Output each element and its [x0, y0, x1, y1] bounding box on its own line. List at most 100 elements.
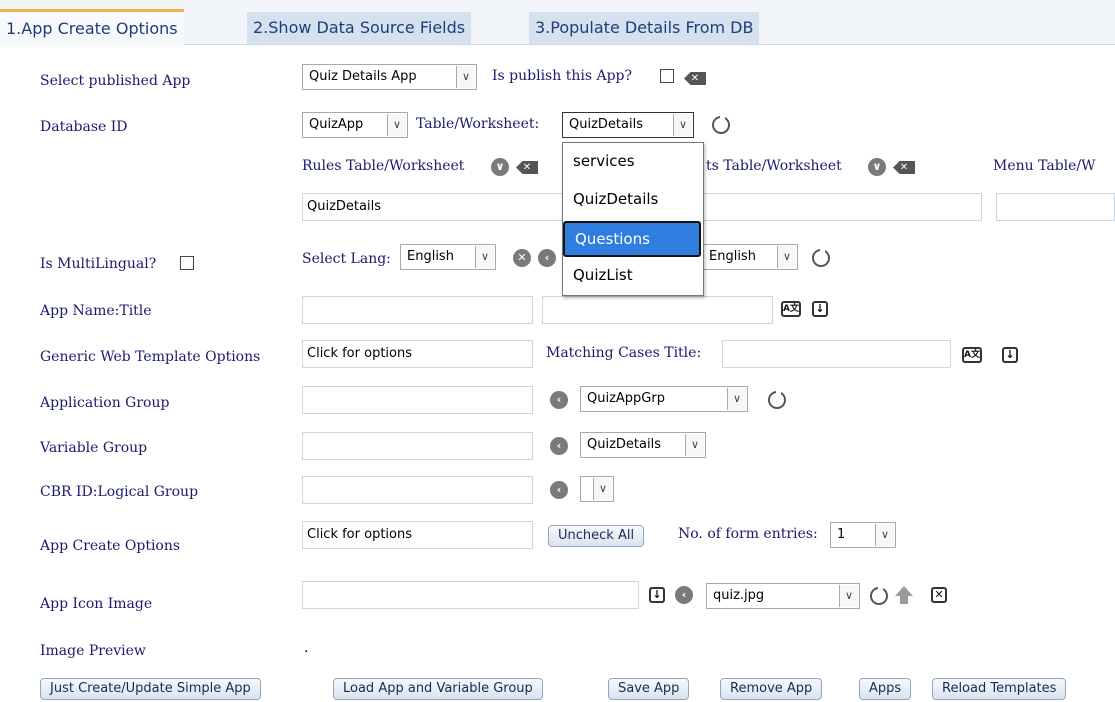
translate-icon[interactable]: A文 [962, 347, 982, 363]
refresh-icon[interactable] [812, 248, 830, 267]
select-app-label: Select published App [40, 73, 191, 89]
generic-web-input[interactable]: Click for options [302, 340, 533, 368]
image-preview-dot: . [304, 640, 309, 656]
icon-select[interactable]: quiz.jpg ∨ [706, 583, 860, 609]
chevron-down-icon: ∨ [875, 524, 894, 546]
app-group-value: QuizAppGrp [587, 391, 665, 406]
clear-icon[interactable]: ✕ [516, 161, 538, 174]
refresh-icon[interactable] [870, 586, 888, 605]
chevron-down-icon: ∨ [839, 585, 858, 607]
reload-templates-button[interactable]: Reload Templates [932, 678, 1067, 700]
publish-checkbox[interactable] [660, 69, 674, 83]
chevron-down-icon: ∨ [685, 434, 704, 456]
cbr-select[interactable]: ∨ [580, 476, 614, 502]
menu-table-input[interactable] [996, 193, 1115, 221]
chevron-down-icon: ∨ [387, 114, 406, 136]
matching-cases-input[interactable] [722, 340, 951, 368]
close-icon[interactable]: ✕ [931, 587, 947, 603]
application-group-input[interactable] [302, 386, 533, 414]
chevron-left-icon[interactable]: ‹ [675, 586, 693, 604]
lang-select-1[interactable]: English ∨ [400, 244, 496, 270]
variable-group-input[interactable] [302, 432, 533, 460]
table-select[interactable]: QuizDetails ∨ [562, 112, 694, 138]
database-value: QuizApp [309, 117, 364, 132]
upload-icon-stem [900, 596, 908, 604]
chevron-left-icon[interactable]: ‹ [550, 391, 568, 409]
refresh-icon[interactable] [768, 390, 786, 409]
app-name-input[interactable] [302, 296, 533, 324]
save-app-button[interactable]: Save App [608, 678, 690, 700]
cbr-id-label: CBR ID:Logical Group [40, 484, 199, 500]
variable-group-select[interactable]: QuizDetails ∨ [580, 432, 706, 458]
dropdown-option-services[interactable]: services [563, 145, 701, 181]
app-group-select[interactable]: QuizAppGrp ∨ [580, 386, 748, 412]
tab-populate-details-from-db[interactable]: 3.Populate Details From DB [529, 12, 760, 44]
dropdown-option-quizlist[interactable]: QuizList [563, 259, 701, 295]
database-select[interactable]: QuizApp ∨ [302, 112, 408, 138]
clear-icon[interactable]: ✕ [684, 72, 706, 85]
menu-table-label: Menu Table/W [993, 158, 1096, 174]
app-icon-input[interactable] [302, 581, 639, 609]
table-worksheet-label: Table/Worksheet: [416, 116, 540, 132]
apps-button[interactable]: Apps [859, 678, 912, 700]
app-create-options-label: App Create Options [40, 538, 181, 554]
load-app-variable-group-button[interactable]: Load App and Variable Group [333, 678, 543, 700]
select-lang-label: Select Lang: [302, 251, 391, 267]
matching-cases-label: Matching Cases Title: [546, 345, 702, 361]
form-entries-label: No. of form entries: [678, 526, 818, 542]
app-title-input[interactable] [542, 296, 773, 324]
rules-table-label: Rules Table/Worksheet [302, 158, 465, 174]
chevron-left-icon[interactable]: ‹ [550, 437, 568, 455]
table-select-dropdown: services QuizDetails Questions QuizList [562, 142, 704, 296]
multilingual-label: Is MultiLingual? [40, 256, 157, 272]
download-icon[interactable]: ↓ [649, 587, 665, 603]
download-icon[interactable]: ↓ [812, 301, 828, 317]
multilingual-checkbox[interactable] [180, 256, 194, 270]
tab-bar: 1.App Create Options 2.Show Data Source … [0, 0, 1115, 47]
results-table-input[interactable] [700, 193, 982, 221]
close-circle-icon[interactable]: ✕ [513, 249, 531, 267]
chevron-down-circle-icon[interactable]: ∨ [491, 158, 509, 176]
image-preview-label: Image Preview [40, 643, 146, 659]
lang-1-value: English [407, 249, 454, 264]
published-app-select[interactable]: Quiz Details App ∨ [302, 64, 477, 90]
icon-value: quiz.jpg [713, 588, 765, 603]
is-publish-label: Is publish this App? [492, 68, 633, 84]
database-id-label: Database ID [40, 119, 128, 135]
chevron-down-icon: ∨ [456, 66, 475, 88]
variable-group-label: Variable Group [40, 440, 148, 456]
app-name-title-label: App Name:Title [40, 303, 152, 319]
just-create-update-button[interactable]: Just Create/Update Simple App [40, 678, 261, 700]
tab-app-create-options[interactable]: 1.App Create Options [0, 9, 184, 47]
chevron-down-icon: ∨ [673, 114, 692, 136]
rules-table-input[interactable]: QuizDetails [302, 193, 564, 221]
cbr-id-input[interactable] [302, 476, 533, 504]
chevron-left-icon[interactable]: ‹ [550, 481, 568, 499]
dropdown-option-questions[interactable]: Questions [563, 221, 701, 257]
dropdown-option-quizdetails[interactable]: QuizDetails [563, 183, 701, 219]
download-icon[interactable]: ↓ [1002, 347, 1018, 363]
lang-2-value: English [709, 249, 756, 264]
chevron-down-icon: ∨ [593, 478, 612, 500]
published-app-value: Quiz Details App [309, 69, 417, 84]
chevron-down-icon: ∨ [777, 246, 796, 268]
refresh-icon[interactable] [712, 115, 730, 134]
form-entries-select[interactable]: 1 ∨ [830, 522, 896, 548]
app-create-options-input[interactable]: Click for options [302, 521, 533, 549]
chevron-down-circle-icon[interactable]: ∨ [868, 158, 886, 176]
app-icon-image-label: App Icon Image [40, 596, 153, 612]
generic-web-label: Generic Web Template Options [40, 349, 261, 365]
results-table-label: ts Table/Worksheet [706, 158, 842, 174]
translate-icon[interactable]: A文 [781, 301, 801, 317]
chevron-down-icon: ∨ [475, 246, 494, 268]
remove-app-button[interactable]: Remove App [720, 678, 823, 700]
clear-icon[interactable]: ✕ [893, 161, 915, 174]
tab-show-data-source-fields[interactable]: 2.Show Data Source Fields [247, 12, 472, 44]
upload-icon[interactable] [895, 586, 913, 596]
chevron-left-icon[interactable]: ‹ [538, 249, 556, 267]
variable-group-value: QuizDetails [587, 437, 661, 452]
lang-select-2[interactable]: English ∨ [702, 244, 798, 270]
table-value: QuizDetails [569, 117, 643, 132]
uncheck-all-button[interactable]: Uncheck All [548, 525, 645, 547]
form-entries-value: 1 [837, 527, 846, 542]
